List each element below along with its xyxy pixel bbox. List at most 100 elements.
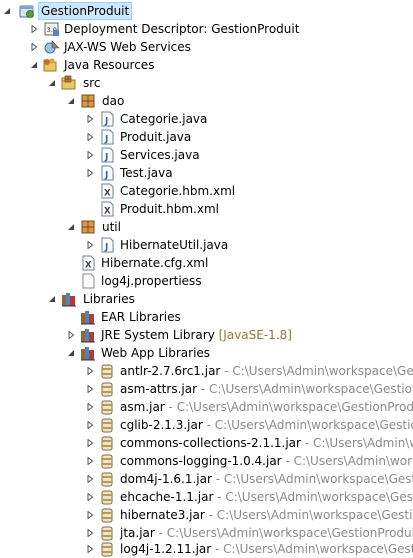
tree-item-file[interactable]: J HibernateUtil.java (0, 236, 413, 254)
tree-item-file[interactable]: J Produit.java (0, 128, 413, 146)
collapsed-arrow-icon[interactable] (85, 366, 95, 376)
expanded-arrow-icon[interactable] (47, 294, 57, 304)
jar-path: - C:\Users\Admin\workspace\GestionProdui… (217, 490, 413, 504)
xml-file-icon: X (80, 255, 96, 271)
collapsed-arrow-icon[interactable] (85, 492, 95, 502)
jar-icon (99, 525, 115, 541)
library-icon (80, 345, 96, 361)
tree-item-deployment-descriptor[interactable]: 3.0 Deployment Descriptor: GestionProdui… (0, 20, 413, 38)
tree-item-label: GestionProduit (37, 2, 133, 20)
java-file-icon: J (99, 129, 115, 145)
jar-name: commons-logging-1.0.4.jar (120, 454, 282, 468)
jar-name: ehcache-1.1.jar (120, 490, 214, 504)
jar-icon (99, 435, 115, 451)
tree-item-file[interactable]: J Test.java (0, 164, 413, 182)
package-icon (80, 93, 96, 109)
collapsed-arrow-icon[interactable] (29, 42, 39, 52)
tree-item-label: Web App Libraries (101, 346, 211, 360)
tree-item-src[interactable]: src (0, 74, 413, 92)
collapsed-arrow-icon[interactable] (85, 456, 95, 466)
jar-icon (99, 399, 115, 415)
collapsed-arrow-icon[interactable] (85, 132, 95, 142)
collapsed-arrow-icon[interactable] (85, 438, 95, 448)
tree-item-label: asm.jar - C:\Users\Admin\workspace\Gesti… (118, 399, 413, 415)
tree-item-label: Categorie.java (120, 112, 208, 126)
tree-item-jar[interactable]: asm.jar - C:\Users\Admin\workspace\Gesti… (0, 398, 413, 416)
jar-name: asm-attrs.jar (120, 382, 198, 396)
jar-name: dom4j-1.6.1.jar (120, 472, 212, 486)
tree-item-jaxws[interactable]: JAX-WS Web Services (0, 38, 413, 56)
collapsed-arrow-icon[interactable] (85, 168, 95, 178)
tree-item-package-dao[interactable]: dao (0, 92, 413, 110)
tree-item-file[interactable]: X Hibernate.cfg.xml (0, 254, 413, 272)
expanded-arrow-icon[interactable] (2, 6, 12, 16)
collapsed-arrow-icon[interactable] (85, 474, 95, 484)
tree-item-jar[interactable]: commons-logging-1.0.4.jar - C:\Users\Adm… (0, 452, 413, 470)
collapsed-arrow-icon[interactable] (85, 240, 95, 250)
collapsed-arrow-icon[interactable] (85, 114, 95, 124)
collapsed-arrow-icon[interactable] (85, 544, 95, 554)
web-project-icon (19, 3, 35, 19)
collapsed-arrow-icon[interactable] (29, 24, 39, 34)
tree-item-label: EAR Libraries (101, 310, 181, 324)
jar-path: - C:\Users\Admin\workspace\GestionProdui… (285, 454, 413, 468)
tree-item-libraries[interactable]: Libraries (0, 290, 413, 308)
tree-item-file[interactable]: J Services.java (0, 146, 413, 164)
tree-item-file[interactable]: X Categorie.hbm.xml (0, 182, 413, 200)
tree-item-jre-library[interactable]: JRE System Library [JavaSE-1.8] (0, 326, 413, 344)
jar-name: cglib-2.1.3.jar (120, 418, 203, 432)
tree-item-jar[interactable]: commons-collections-2.1.1.jar - C:\Users… (0, 434, 413, 452)
jar-path: - C:\Users\Admin\workspace\GestionProdui… (304, 436, 413, 450)
collapsed-arrow-icon[interactable] (85, 384, 95, 394)
tree-item-label: JAX-WS Web Services (64, 40, 191, 54)
collapsed-arrow-icon[interactable] (85, 528, 95, 538)
source-folder-icon (61, 75, 77, 91)
package-icon (80, 219, 96, 235)
tree-item-jar[interactable]: antlr-2.7.6rc1.jar - C:\Users\Admin\work… (0, 362, 413, 380)
jar-path: - C:\Users\Admin\workspace\GestionProdui… (215, 472, 413, 486)
expanded-arrow-icon[interactable] (66, 96, 76, 106)
tree-item-label: antlr-2.7.6rc1.jar - C:\Users\Admin\work… (118, 363, 413, 379)
java-file-icon: J (99, 165, 115, 181)
expanded-arrow-icon[interactable] (47, 78, 57, 88)
tree-item-jar[interactable]: hibernate3.jar - C:\Users\Admin\workspac… (0, 506, 413, 524)
jar-path: - C:\Users\Admin\workspace\GestionProdui… (168, 400, 413, 414)
tree-item-webapp-libraries[interactable]: Web App Libraries (0, 344, 413, 362)
collapsed-arrow-icon[interactable] (66, 330, 76, 340)
tree-item-jar[interactable]: log4j-1.2.11.jar - C:\Users\Admin\worksp… (0, 540, 413, 558)
xml-file-icon: X (99, 201, 115, 217)
tree-item-jar[interactable]: dom4j-1.6.1.jar - C:\Users\Admin\workspa… (0, 470, 413, 488)
svg-text:J: J (104, 135, 108, 145)
tree-item-label: Produit.java (120, 130, 192, 144)
tree-item-file[interactable]: X Produit.hbm.xml (0, 200, 413, 218)
svg-text:J: J (104, 117, 108, 127)
tree-item-package-util[interactable]: util (0, 218, 413, 236)
expanded-arrow-icon[interactable] (66, 348, 76, 358)
tree-item-label: log4j-1.2.11.jar - C:\Users\Admin\worksp… (118, 541, 413, 557)
collapsed-arrow-icon[interactable] (85, 510, 95, 520)
svg-text:X: X (104, 207, 111, 217)
tree-item-label: JRE System Library [JavaSE-1.8] (99, 327, 294, 343)
jar-path: - C:\Users\Admin\workspace\GestionProdui… (158, 526, 413, 540)
tree-item-jar[interactable]: cglib-2.1.3.jar - C:\Users\Admin\workspa… (0, 416, 413, 434)
jar-path: - C:\Users\Admin\workspace\GestionProdui… (200, 382, 413, 396)
expanded-arrow-icon[interactable] (29, 60, 39, 70)
project-explorer-tree: GestionProduit 3.0 Deployment Descriptor… (0, 0, 413, 558)
tree-item-file[interactable]: J Categorie.java (0, 110, 413, 128)
tree-item-jar[interactable]: ehcache-1.1.jar - C:\Users\Admin\workspa… (0, 488, 413, 506)
expanded-arrow-icon[interactable] (66, 222, 76, 232)
jar-icon (99, 541, 115, 557)
tree-item-project[interactable]: GestionProduit (0, 2, 413, 20)
svg-text:J: J (104, 171, 108, 181)
collapsed-arrow-icon[interactable] (85, 402, 95, 412)
tree-item-jar[interactable]: asm-attrs.jar - C:\Users\Admin\workspace… (0, 380, 413, 398)
tree-item-label: Libraries (83, 292, 135, 306)
java-resources-icon (42, 57, 58, 73)
tree-item-ear-libraries[interactable]: EAR Libraries (0, 308, 413, 326)
tree-item-java-resources[interactable]: Java Resources (0, 56, 413, 74)
collapsed-arrow-icon[interactable] (85, 420, 95, 430)
collapsed-arrow-icon[interactable] (85, 150, 95, 160)
jar-icon (99, 453, 115, 469)
library-name: JRE System Library (101, 328, 215, 342)
tree-item-file[interactable]: log4j.propertiess (0, 272, 413, 290)
